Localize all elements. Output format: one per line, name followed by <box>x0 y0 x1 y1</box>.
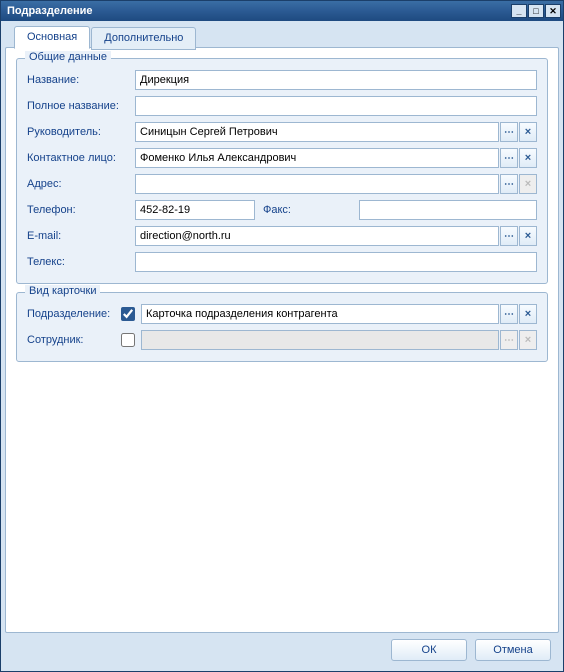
tab-main[interactable]: Основная <box>14 26 90 49</box>
emp-clear-icon: × <box>519 330 537 350</box>
label-emp: Сотрудник: <box>27 334 117 346</box>
contact-input[interactable] <box>135 148 499 168</box>
card-legend: Вид карточки <box>25 285 100 297</box>
dept-input[interactable] <box>141 304 499 324</box>
label-dept: Подразделение: <box>27 308 117 320</box>
label-full-name: Полное название: <box>27 100 135 112</box>
manager-clear-icon[interactable]: × <box>519 122 537 142</box>
general-fieldset: Общие данные Название: Полное название: … <box>16 58 548 284</box>
address-lookup: ⋯ × <box>135 174 537 194</box>
row-full-name: Полное название: <box>27 95 537 117</box>
contact-clear-icon[interactable]: × <box>519 148 537 168</box>
row-telex: Телекс: <box>27 251 537 273</box>
email-lookup: ⋯ × <box>135 226 537 246</box>
email-clear-icon[interactable]: × <box>519 226 537 246</box>
full-name-input[interactable] <box>135 96 537 116</box>
department-dialog: Подразделение _ □ ✕ Основная Дополнитель… <box>0 0 564 672</box>
contact-browse-icon[interactable]: ⋯ <box>500 148 518 168</box>
address-clear-icon: × <box>519 174 537 194</box>
email-browse-icon[interactable]: ⋯ <box>500 226 518 246</box>
tab-extra[interactable]: Дополнительно <box>91 27 196 50</box>
row-contact: Контактное лицо: ⋯ × <box>27 147 537 169</box>
label-address: Адрес: <box>27 178 135 190</box>
label-fax: Факс: <box>255 204 359 216</box>
footer: ОК Отмена <box>5 633 559 667</box>
cancel-button[interactable]: Отмена <box>475 639 551 661</box>
row-manager: Руководитель: ⋯ × <box>27 121 537 143</box>
label-telex: Телекс: <box>27 256 135 268</box>
dept-checkbox[interactable] <box>121 307 135 321</box>
emp-lookup: ⋯ × <box>141 330 537 350</box>
emp-browse-icon: ⋯ <box>500 330 518 350</box>
dept-lookup: ⋯ × <box>141 304 537 324</box>
general-legend: Общие данные <box>25 51 111 63</box>
label-contact: Контактное лицо: <box>27 152 135 164</box>
row-email: E-mail: ⋯ × <box>27 225 537 247</box>
tab-wrapper: Основная Дополнительно Общие данные Назв… <box>5 47 559 633</box>
telex-input[interactable] <box>135 252 537 272</box>
emp-checkbox[interactable] <box>121 333 135 347</box>
titlebar[interactable]: Подразделение _ □ ✕ <box>1 1 563 21</box>
card-fieldset: Вид карточки Подразделение: ⋯ × <box>16 292 548 362</box>
emp-input <box>141 330 499 350</box>
row-address: Адрес: ⋯ × <box>27 173 537 195</box>
label-manager: Руководитель: <box>27 126 135 138</box>
window-title: Подразделение <box>7 5 510 17</box>
email-input[interactable] <box>135 226 499 246</box>
row-emp: Сотрудник: ⋯ × <box>27 329 537 351</box>
row-dept: Подразделение: ⋯ × <box>27 303 537 325</box>
tab-strip: Основная Дополнительно <box>14 26 197 49</box>
label-email: E-mail: <box>27 230 135 242</box>
manager-lookup: ⋯ × <box>135 122 537 142</box>
dept-browse-icon[interactable]: ⋯ <box>500 304 518 324</box>
dept-clear-icon[interactable]: × <box>519 304 537 324</box>
ok-button[interactable]: ОК <box>391 639 467 661</box>
label-name: Название: <box>27 74 135 86</box>
row-name: Название: <box>27 69 537 91</box>
contact-lookup: ⋯ × <box>135 148 537 168</box>
name-input[interactable] <box>135 70 537 90</box>
manager-input[interactable] <box>135 122 499 142</box>
address-input[interactable] <box>135 174 499 194</box>
tab-panel: Основная Дополнительно Общие данные Назв… <box>5 47 559 633</box>
maximize-button[interactable]: □ <box>528 4 544 18</box>
fax-input[interactable] <box>359 200 537 220</box>
phone-input[interactable] <box>135 200 255 220</box>
close-button[interactable]: ✕ <box>545 4 561 18</box>
manager-browse-icon[interactable]: ⋯ <box>500 122 518 142</box>
window-buttons: _ □ ✕ <box>510 4 561 18</box>
address-browse-icon[interactable]: ⋯ <box>500 174 518 194</box>
minimize-button[interactable]: _ <box>511 4 527 18</box>
label-phone: Телефон: <box>27 204 135 216</box>
row-phone: Телефон: Факс: <box>27 199 537 221</box>
client-area: Основная Дополнительно Общие данные Назв… <box>1 21 563 671</box>
